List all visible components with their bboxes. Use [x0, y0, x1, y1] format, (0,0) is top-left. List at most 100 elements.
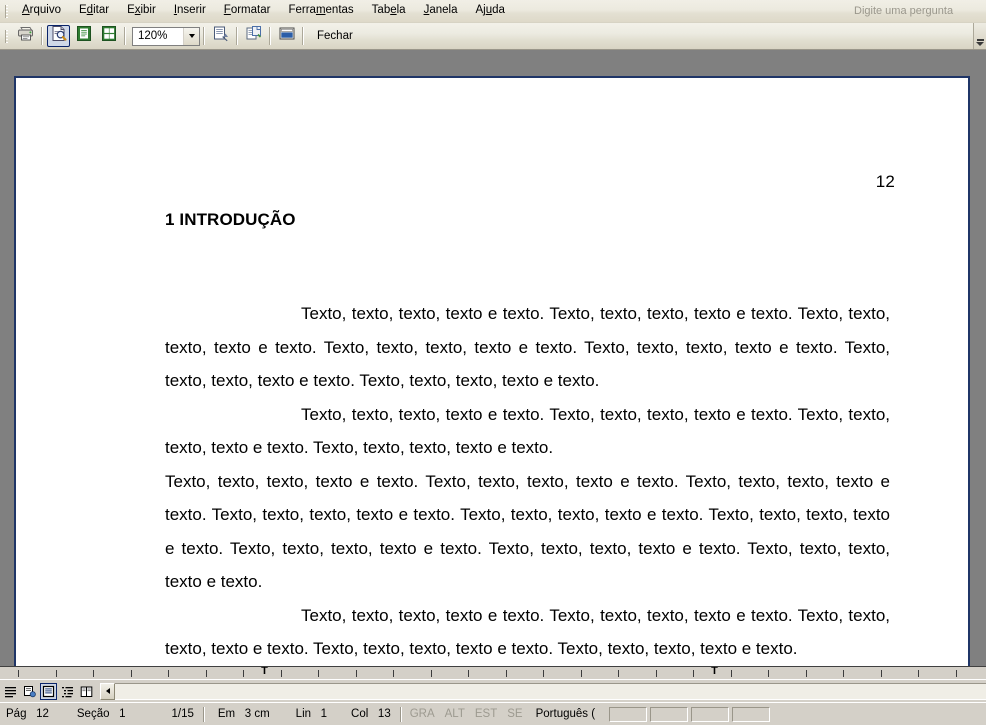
document-body: 1 INTRODUÇÃO Texto, texto, texto, texto … [165, 210, 890, 666]
reading-layout-view-button[interactable] [78, 683, 95, 700]
status-blank-cell [650, 706, 689, 722]
ruler-tick [243, 670, 244, 677]
outline-view-icon [62, 686, 73, 697]
status-page-value: 12 [36, 708, 49, 720]
menu-accelerator: u [485, 4, 493, 16]
print-layout-view-icon [42, 685, 55, 697]
menu-ajuda[interactable]: Ajuda [466, 1, 513, 21]
full-screen-icon [245, 25, 263, 47]
horizontal-scrollbar[interactable] [100, 682, 986, 700]
view-ruler-button[interactable] [275, 25, 298, 47]
ruler-tick [955, 670, 957, 677]
magnifier-button[interactable] [47, 25, 70, 47]
ruler-tick [468, 670, 469, 677]
status-language[interactable]: Português ( [528, 706, 601, 722]
print-preview-toolbar: 120% Fechar [0, 23, 986, 50]
menu-accelerator: A [22, 4, 30, 16]
status-indicator-gra[interactable]: GRA [405, 706, 440, 722]
word-print-preview-window: Arquivo Editar Exibir Inserir Formatar Ferram… [0, 0, 986, 725]
status-bar: Pág 12 Seção 1 1/15 Em 3 cm Lin 1 Col 13… [0, 702, 986, 725]
menubar-gripper[interactable] [2, 3, 11, 19]
shrink-to-fit-button[interactable] [209, 25, 232, 47]
status-section-value: 1 [119, 708, 126, 720]
ruler-tick [93, 670, 94, 677]
ruler-tick [918, 670, 919, 677]
menu-arquivo[interactable]: Arquivo [13, 1, 70, 21]
full-screen-button[interactable] [242, 25, 265, 47]
status-at-label: Em [217, 708, 236, 720]
menu-accelerator: x [134, 4, 141, 16]
toolbar-separator [302, 27, 304, 45]
preview-workspace[interactable]: 12 1 INTRODUÇÃO Texto, texto, texto, tex… [0, 50, 986, 702]
ruler-tick [355, 670, 357, 677]
menu-inserir[interactable]: Inserir [165, 1, 215, 21]
printer-icon [17, 25, 35, 47]
scroll-track[interactable] [115, 682, 986, 700]
ruler-tab-stop[interactable]: T [260, 667, 269, 677]
toolbar-gripper[interactable] [2, 28, 11, 44]
horizontal-ruler[interactable]: TT [0, 666, 986, 680]
print-layout-view-button[interactable] [40, 682, 57, 700]
status-col-label: Col [351, 708, 369, 720]
status-section-label: Seção [76, 708, 110, 720]
toolbar-overflow-button[interactable] [973, 23, 986, 49]
status-page-of-total: 1/15 [171, 708, 194, 720]
web-layout-view-button[interactable] [21, 683, 38, 700]
status-indicator-se[interactable]: SE [502, 706, 527, 722]
view-ruler-icon [278, 25, 296, 47]
document-paragraph: Texto, texto, texto, texto e texto. Text… [165, 404, 890, 458]
ruler-tick [168, 670, 169, 677]
ruler-tick [505, 670, 507, 677]
ruler-tab-stop[interactable]: T [710, 667, 719, 677]
multiple-pages-icon [100, 25, 118, 47]
menu-tabela[interactable]: Tabela [363, 1, 415, 21]
chevron-down-icon[interactable] [183, 27, 199, 45]
ruler-tick [543, 670, 544, 677]
ruler-tick [55, 670, 57, 677]
ruler-tick [580, 670, 582, 677]
status-divider [202, 706, 205, 722]
menu-accelerator: d [86, 4, 94, 16]
reading-layout-view-icon [80, 686, 93, 697]
ruler-tick [693, 670, 694, 677]
document-page[interactable]: 12 1 INTRODUÇÃO Texto, texto, texto, tex… [14, 76, 970, 702]
zoom-combobox[interactable]: 120% [132, 26, 200, 46]
menu-bar: Arquivo Editar Exibir Inserir Formatar Ferram… [0, 0, 986, 23]
status-at: Em 3 cm [208, 706, 276, 722]
ruler-tick [880, 670, 882, 677]
menu-janela[interactable]: Janela [415, 1, 467, 21]
status-col: Col 13 [333, 706, 397, 722]
status-indicator-group: GRA ALT EST SE [405, 706, 528, 722]
ruler-tick [805, 670, 807, 677]
print-button[interactable] [14, 25, 37, 47]
ruler-tick [393, 670, 394, 677]
status-cursor-group: Em 3 cm Lin 1 Col 13 [208, 706, 397, 722]
menu-accelerator: m [315, 4, 326, 16]
status-page: Pág 12 [0, 706, 55, 722]
ruler-tick [618, 670, 619, 677]
menu-formatar[interactable]: Formatar [215, 1, 280, 21]
one-page-button[interactable] [72, 25, 95, 47]
status-at-value: 3 cm [244, 708, 270, 720]
status-indicator-alt[interactable]: ALT [440, 706, 470, 722]
status-blank-cell [691, 706, 730, 722]
ruler-tick [843, 670, 844, 677]
status-blank-cells [609, 706, 773, 722]
scroll-left-arrow[interactable] [100, 682, 115, 700]
outline-view-button[interactable] [59, 683, 76, 700]
status-indicator-est[interactable]: EST [470, 706, 502, 722]
normal-view-button[interactable] [2, 683, 19, 700]
status-page-label: Pág [6, 708, 27, 720]
menu-editar[interactable]: Editar [70, 1, 118, 21]
close-preview-button[interactable]: Fechar [309, 26, 361, 47]
ask-a-question-input[interactable]: Digite uma pergunta [850, 3, 978, 20]
web-layout-view-icon [24, 685, 36, 697]
ruler-tick [730, 670, 732, 677]
status-position-group: Pág 12 Seção 1 1/15 [0, 706, 200, 722]
page-number-header: 12 [875, 172, 895, 191]
menu-ferramentas[interactable]: Ferramentas [279, 1, 362, 21]
multiple-pages-button[interactable] [97, 25, 120, 47]
shrink-to-fit-icon [212, 25, 230, 47]
toolbar-separator [203, 27, 205, 45]
menu-exibir[interactable]: Exibir [118, 1, 165, 21]
